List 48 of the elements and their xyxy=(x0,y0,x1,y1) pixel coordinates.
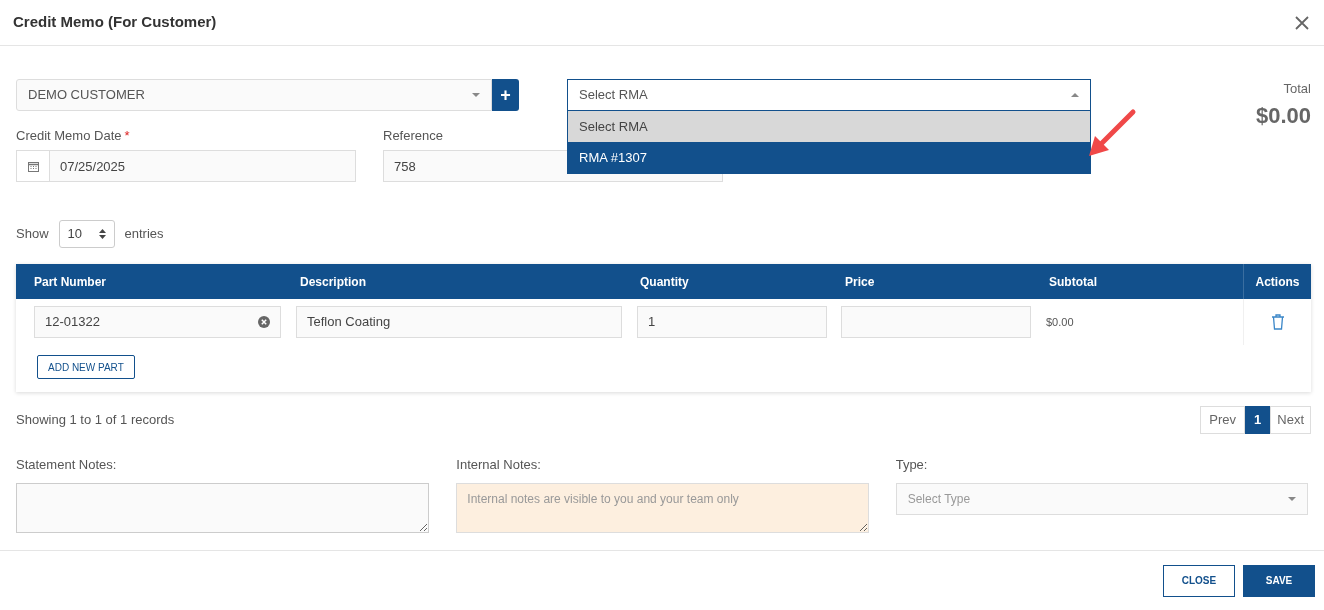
statement-notes-field[interactable] xyxy=(16,482,430,533)
caret-down-icon xyxy=(1288,496,1296,501)
column-header: Description xyxy=(299,273,367,291)
reference-label: Reference xyxy=(383,127,443,145)
column-header: Actions xyxy=(1243,264,1311,299)
internal-notes-field[interactable]: Internal notes are visible to you and your team only xyxy=(456,482,869,533)
date-field[interactable]: 07/25/2025 xyxy=(50,150,356,182)
description-field[interactable]: Teflon Coating xyxy=(296,306,622,338)
show-label: Show xyxy=(16,225,49,244)
dropdown-option[interactable]: RMA #1307 xyxy=(568,142,1090,173)
customer-select[interactable]: DEMO CUSTOMER xyxy=(16,79,492,111)
add-customer-button[interactable]: + xyxy=(492,79,519,111)
statement-notes-label: Statement Notes: xyxy=(16,456,118,474)
sort-arrows-icon xyxy=(98,229,106,239)
date-label: Credit Memo Date * xyxy=(16,127,130,145)
next-button[interactable]: Next xyxy=(1270,406,1311,434)
rma-select[interactable]: Select RMA xyxy=(567,79,1091,111)
close-button[interactable] xyxy=(1293,13,1311,32)
column-header: Quantity xyxy=(639,273,690,291)
page-button[interactable]: 1 xyxy=(1245,406,1271,434)
column-header: Price xyxy=(844,273,876,291)
entries-label: entries xyxy=(124,225,164,244)
prev-button[interactable]: Prev xyxy=(1200,406,1246,434)
delete-button[interactable] xyxy=(1270,314,1285,330)
clear-icon xyxy=(258,316,270,328)
dialog-title: Credit Memo (For Customer) xyxy=(13,12,217,33)
records-info: Showing 1 to 1 of 1 records xyxy=(16,411,175,430)
total-value: $0.00 xyxy=(1255,101,1311,130)
caret-up-icon xyxy=(1071,93,1079,97)
total-label: Total xyxy=(1283,80,1311,98)
add-new-part-button[interactable]: ADD NEW PART xyxy=(37,355,135,379)
internal-notes-label: Internal Notes: xyxy=(456,456,542,474)
column-header: Subtotal xyxy=(1048,273,1098,291)
trash-icon xyxy=(1270,314,1285,330)
column-header: Part Number xyxy=(33,273,108,291)
close-button[interactable]: CLOSE xyxy=(1163,564,1235,597)
dropdown-option[interactable]: Select RMA xyxy=(568,111,1090,142)
quantity-field[interactable]: 1 xyxy=(637,306,827,338)
type-label: Type: xyxy=(895,456,929,474)
close-icon xyxy=(1295,15,1309,30)
entries-select[interactable]: 10 xyxy=(58,220,115,248)
calendar-icon xyxy=(27,160,39,172)
caret-down-icon xyxy=(472,93,480,97)
save-button[interactable]: SAVE xyxy=(1243,564,1315,597)
part-number-field[interactable]: 12-01322 xyxy=(34,306,281,338)
subtotal-text: $0.00 xyxy=(1046,314,1074,330)
calendar-button[interactable] xyxy=(16,150,50,182)
price-field[interactable] xyxy=(841,306,1031,338)
